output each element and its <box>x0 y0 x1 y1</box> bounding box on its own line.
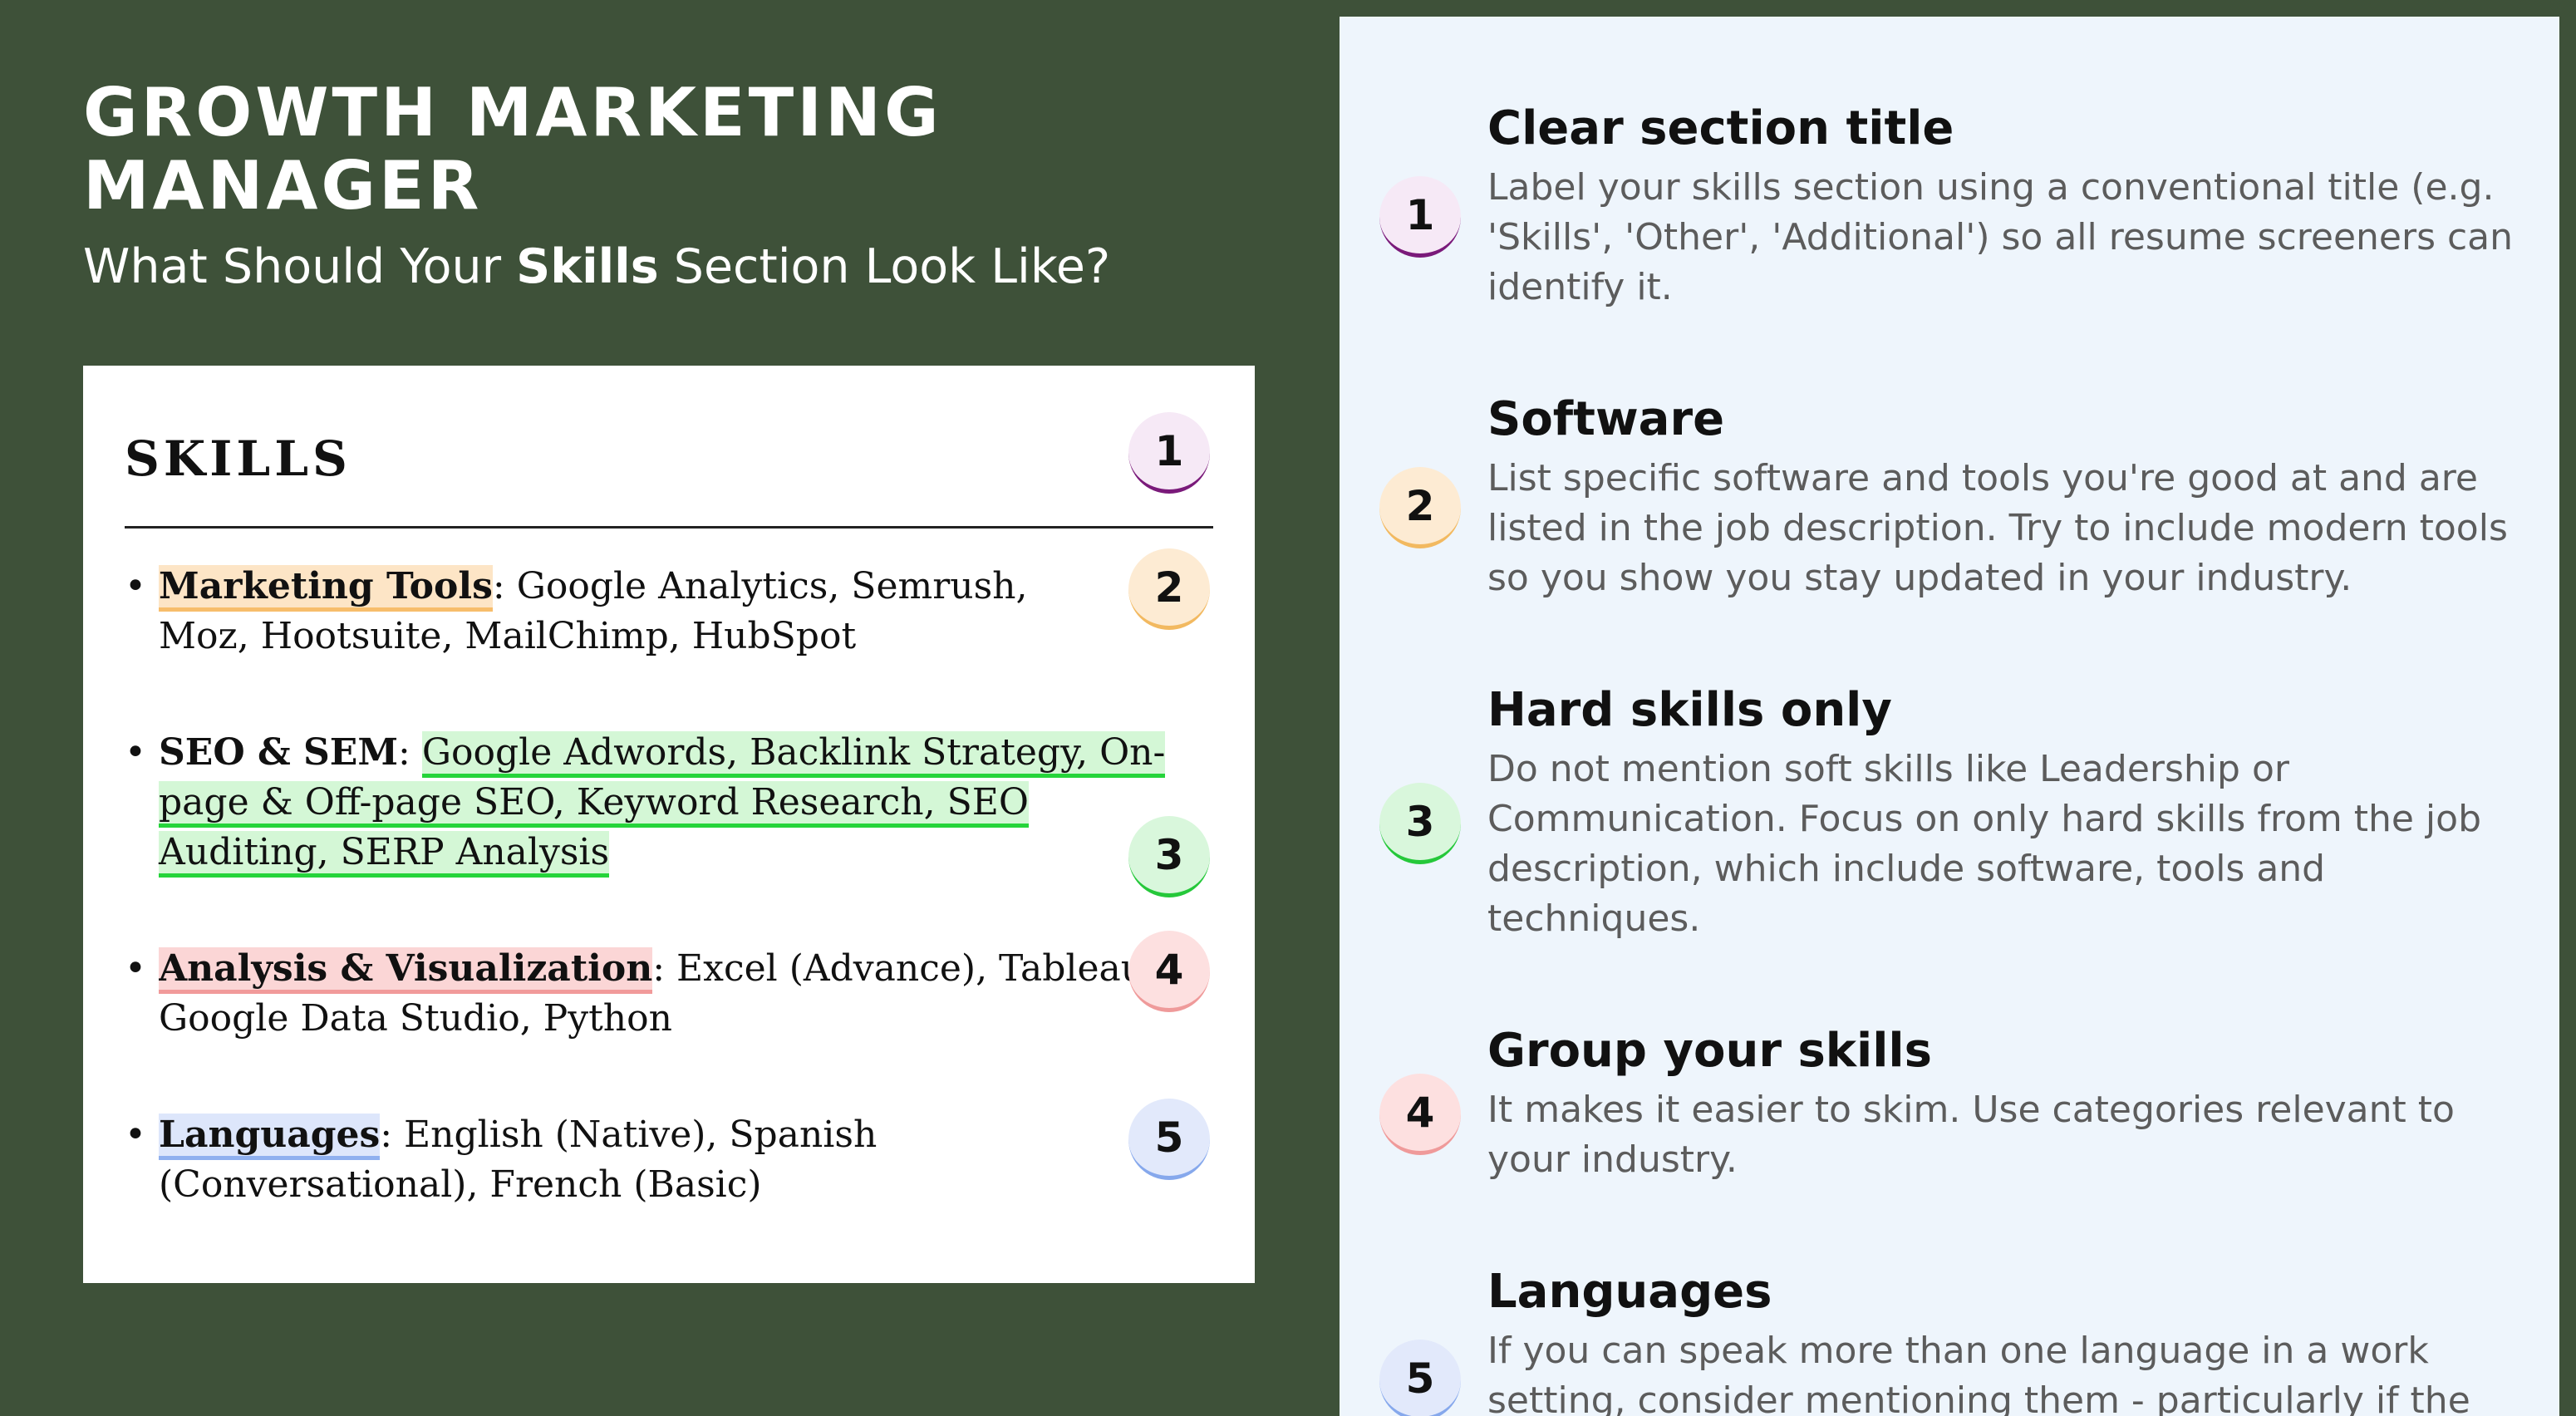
bullet: • <box>125 565 146 607</box>
tip-badge-1: 1 <box>1379 176 1461 258</box>
badge-1: 1 <box>1128 412 1210 494</box>
page-subtitle: What Should Your Skills Section Look Lik… <box>83 238 1288 296</box>
tip-body: Do not mention soft skills like Leadersh… <box>1487 748 2481 940</box>
subtitle-bold: Skills <box>516 239 659 294</box>
skill-item-languages: • Languages: English (Native), Spanish (… <box>125 1110 1197 1210</box>
page-title-line-1: GROWTH MARKETING <box>83 74 942 151</box>
skill-values: Excel (Advance), Tableau, SPSS, <box>676 947 1141 990</box>
badge-2: 2 <box>1128 548 1210 630</box>
bullet: • <box>125 1114 146 1156</box>
tip-title: Software <box>1487 392 1725 446</box>
skill-sep: : <box>652 947 666 990</box>
tip-badge-3: 3 <box>1379 783 1461 864</box>
tip-body: If you can speak more than one language … <box>1487 1330 2470 1416</box>
skill-name: Languages <box>159 1114 381 1160</box>
badge-3: 3 <box>1128 816 1210 897</box>
tips-panel: Clear section title 1 Label your skills … <box>1340 17 2559 1416</box>
skills-divider <box>125 526 1213 529</box>
subtitle-pre: What Should Your <box>83 239 517 294</box>
skill-item-seo-sem: • SEO & SEM: Google Adwords, Backlink St… <box>125 728 1197 878</box>
tip-badge-5: 5 <box>1379 1340 1461 1416</box>
bullet: • <box>125 731 146 774</box>
tip-title: Clear section title <box>1487 101 1954 155</box>
subtitle-post: Section Look Like? <box>658 239 1111 294</box>
page-title-line-2: MANAGER <box>83 147 483 224</box>
resume-skills-card: SKILLS 1 • Marketing Tools: Google Analy… <box>83 366 1255 1283</box>
tip-title: Group your skills <box>1487 1024 1932 1078</box>
skill-item-analysis-visualization: • Analysis & Visualization: Excel (Advan… <box>125 944 1197 1044</box>
skill-space <box>410 731 422 774</box>
skill-name: SEO & SEM <box>159 731 399 774</box>
badge-5: 5 <box>1128 1099 1210 1180</box>
tip-title: Hard skills only <box>1487 683 1892 737</box>
page-title: GROWTH MARKETING MANAGER <box>83 76 1246 223</box>
tip-body: List specific software and tools you're … <box>1487 457 2508 599</box>
bullet: • <box>125 947 146 990</box>
tip-title: Languages <box>1487 1265 1772 1319</box>
skill-name: Analysis & Visualization <box>159 947 653 994</box>
skills-heading: SKILLS <box>125 430 351 487</box>
skill-sep: : <box>380 1114 393 1156</box>
tip-body: Label your skills section using a conven… <box>1487 166 2514 308</box>
skill-sep: : <box>398 731 410 774</box>
skill-name: Marketing Tools <box>159 565 493 612</box>
skill-sep: : <box>492 565 505 607</box>
tip-badge-4: 4 <box>1379 1074 1461 1155</box>
tip-badge-2: 2 <box>1379 467 1461 548</box>
skill-values-line-2: Google Data Studio, Python <box>159 997 672 1040</box>
badge-4: 4 <box>1128 931 1210 1012</box>
skill-item-marketing-tools: • Marketing Tools: Google Analytics, Sem… <box>125 562 1197 661</box>
tip-body: It makes it easier to skim. Use categori… <box>1487 1089 2455 1181</box>
